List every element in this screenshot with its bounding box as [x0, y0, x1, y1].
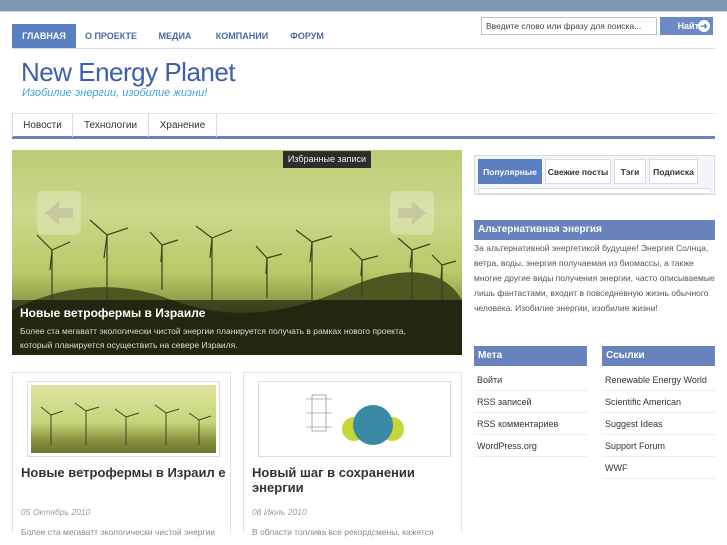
- link-support-forum[interactable]: Support Forum: [602, 435, 715, 457]
- post-excerpt: Более ста мегаватт экологически чистой э…: [21, 527, 216, 537]
- nav-media[interactable]: МЕДИА: [150, 24, 200, 48]
- post-thumbnail[interactable]: [258, 381, 451, 457]
- meta-item-wordpress[interactable]: WordPress.org: [474, 435, 587, 457]
- meta-item-rss-comments[interactable]: RSS комментариев: [474, 413, 587, 435]
- category-news[interactable]: Новости: [12, 114, 73, 137]
- link-renewable-energy-world[interactable]: Renewable Energy World: [602, 369, 715, 391]
- link-scientific-american[interactable]: Scientific American: [602, 391, 715, 413]
- featured-caption: Новые ветрофермы в Израиле Более ста мег…: [12, 300, 462, 355]
- post-date: 08 Июль 2010: [252, 507, 307, 517]
- site-title[interactable]: New Energy Planet: [21, 57, 236, 88]
- nav-companies[interactable]: КОМПАНИИ: [208, 24, 276, 48]
- prev-arrow-button[interactable]: [37, 191, 81, 235]
- featured-text-line2: который планируется осуществить на север…: [20, 340, 238, 350]
- top-strip: [0, 0, 727, 12]
- links-list: Renewable Energy World Scientific Americ…: [602, 369, 715, 479]
- tab-popular[interactable]: Популярные: [478, 159, 542, 184]
- category-technologies[interactable]: Технологии: [73, 114, 149, 137]
- tab-recent-posts[interactable]: Свежие посты: [545, 159, 611, 184]
- link-wwf[interactable]: WWF: [602, 457, 715, 479]
- post-excerpt: В области топлива все рекордсмены, кажет…: [252, 527, 434, 537]
- post-title[interactable]: Новые ветрофермы в Израил е: [21, 465, 226, 480]
- about-widget-title: Альтернативная энергия: [474, 220, 715, 240]
- meta-list: Войти RSS записей RSS комментариев WordP…: [474, 369, 587, 457]
- molecule-thumbnail-image: [306, 394, 404, 445]
- wind-farm-thumbnail-image: [40, 402, 212, 445]
- meta-item-login[interactable]: Войти: [474, 369, 587, 391]
- nav-home[interactable]: ГЛАВНАЯ: [12, 24, 76, 48]
- arrow-right-icon: ➜: [698, 20, 710, 32]
- link-suggest-ideas[interactable]: Suggest Ideas: [602, 413, 715, 435]
- post-title[interactable]: Новый шаг в сохранении энергии: [252, 465, 457, 495]
- post-thumbnail[interactable]: [27, 381, 220, 457]
- category-navigation: Новости Технологии Хранение: [12, 114, 715, 139]
- featured-text-line1: Более ста мегаватт экологически чистой э…: [20, 326, 406, 336]
- about-widget-text: За альтернативной энергетикой будущее! Э…: [474, 243, 715, 313]
- arrow-right-icon: [398, 201, 426, 225]
- featured-label: Избранные записи: [283, 151, 371, 168]
- sidebar-tabs: Популярные Свежие посты Тэги Подписка: [474, 155, 715, 195]
- meta-item-rss-posts[interactable]: RSS записей: [474, 391, 587, 413]
- tab-tags[interactable]: Тэги: [614, 159, 646, 184]
- nav-about[interactable]: О ПРОЕКТЕ: [80, 24, 142, 48]
- featured-title[interactable]: Новые ветрофермы в Израиле: [20, 306, 454, 320]
- post-card: Новый шаг в сохранении энергии 08 Июль 2…: [243, 372, 462, 537]
- tab-subscribe[interactable]: Подписка: [649, 159, 698, 184]
- category-storage[interactable]: Хранение: [149, 114, 217, 137]
- tab-content: [478, 188, 711, 194]
- search-button[interactable]: Найти ➜: [660, 17, 713, 35]
- search-input[interactable]: [481, 17, 657, 35]
- arrow-left-icon: [45, 201, 73, 225]
- links-widget-title: Ссылки: [602, 346, 715, 366]
- next-arrow-button[interactable]: [390, 191, 434, 235]
- nav-forum[interactable]: ФОРУМ: [282, 24, 332, 48]
- post-card: Новые ветрофермы в Израил е 05 Октябрь 2…: [12, 372, 231, 537]
- site-tagline: Изобилие энергии, изобилие жизни!: [22, 87, 208, 99]
- post-date: 05 Октябрь 2010: [21, 507, 91, 517]
- meta-widget-title: Мета: [474, 346, 587, 366]
